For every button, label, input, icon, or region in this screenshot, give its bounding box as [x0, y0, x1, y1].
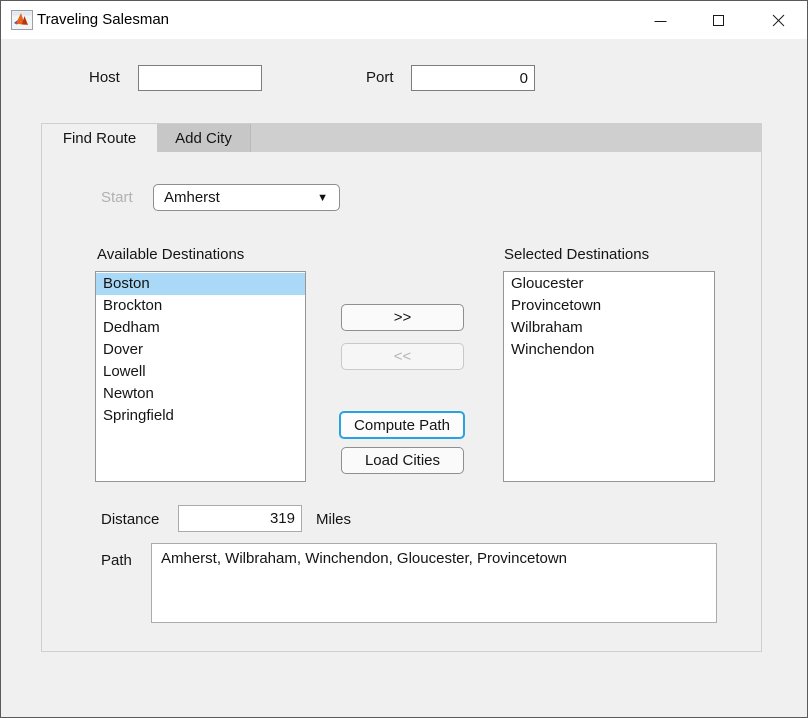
- selected-destinations-label: Selected Destinations: [504, 246, 649, 264]
- titlebar[interactable]: Traveling Salesman: [1, 1, 807, 39]
- list-item[interactable]: Springfield: [96, 405, 305, 427]
- available-destinations-list[interactable]: BostonBrocktonDedhamDoverLowellNewtonSpr…: [95, 271, 306, 482]
- port-label: Port: [366, 69, 394, 87]
- list-item[interactable]: Wilbraham: [504, 317, 714, 339]
- tab-strip: Find Route Add City: [42, 124, 761, 152]
- list-item[interactable]: Provincetown: [504, 295, 714, 317]
- list-item[interactable]: Brockton: [96, 295, 305, 317]
- move-left-button[interactable]: <<: [341, 343, 464, 370]
- distance-field[interactable]: [178, 505, 302, 532]
- maximize-button[interactable]: [695, 1, 741, 39]
- distance-unit-label: Miles: [316, 511, 351, 529]
- list-item[interactable]: Lowell: [96, 361, 305, 383]
- chevron-down-icon: ▼: [317, 193, 328, 204]
- close-icon: [772, 14, 785, 27]
- path-text-area[interactable]: Amherst, Wilbraham, Winchendon, Gloucest…: [151, 543, 717, 623]
- list-item[interactable]: Boston: [96, 273, 305, 295]
- selected-destinations-list[interactable]: GloucesterProvincetownWilbrahamWinchendo…: [503, 271, 715, 482]
- list-item[interactable]: Dover: [96, 339, 305, 361]
- host-input[interactable]: [138, 65, 262, 91]
- compute-path-button[interactable]: Compute Path: [339, 411, 465, 439]
- tab-group: Find Route Add City Start Amherst ▼ Avai…: [41, 123, 762, 652]
- start-dropdown-value: Amherst: [164, 189, 220, 206]
- minimize-button[interactable]: [637, 1, 683, 39]
- list-item[interactable]: Newton: [96, 383, 305, 405]
- available-destinations-label: Available Destinations: [97, 246, 244, 264]
- tab-add-city[interactable]: Add City: [157, 124, 251, 152]
- list-item[interactable]: Dedham: [96, 317, 305, 339]
- port-input[interactable]: [411, 65, 535, 91]
- app-window: Traveling Salesman Host Port Find Route …: [0, 0, 808, 718]
- maximize-icon: [712, 14, 725, 27]
- distance-label: Distance: [101, 511, 159, 529]
- path-label: Path: [101, 552, 132, 570]
- start-dropdown[interactable]: Amherst ▼: [153, 184, 340, 211]
- move-right-button[interactable]: >>: [341, 304, 464, 331]
- host-label: Host: [89, 69, 120, 87]
- list-item[interactable]: Gloucester: [504, 273, 714, 295]
- tab-find-route[interactable]: Find Route: [42, 124, 157, 152]
- start-label: Start: [101, 189, 133, 207]
- matlab-app-icon: [11, 10, 33, 30]
- load-cities-button[interactable]: Load Cities: [341, 447, 464, 474]
- list-item[interactable]: Winchendon: [504, 339, 714, 361]
- window-title: Traveling Salesman: [37, 11, 169, 28]
- minimize-icon: [654, 14, 667, 27]
- close-button[interactable]: [755, 1, 801, 39]
